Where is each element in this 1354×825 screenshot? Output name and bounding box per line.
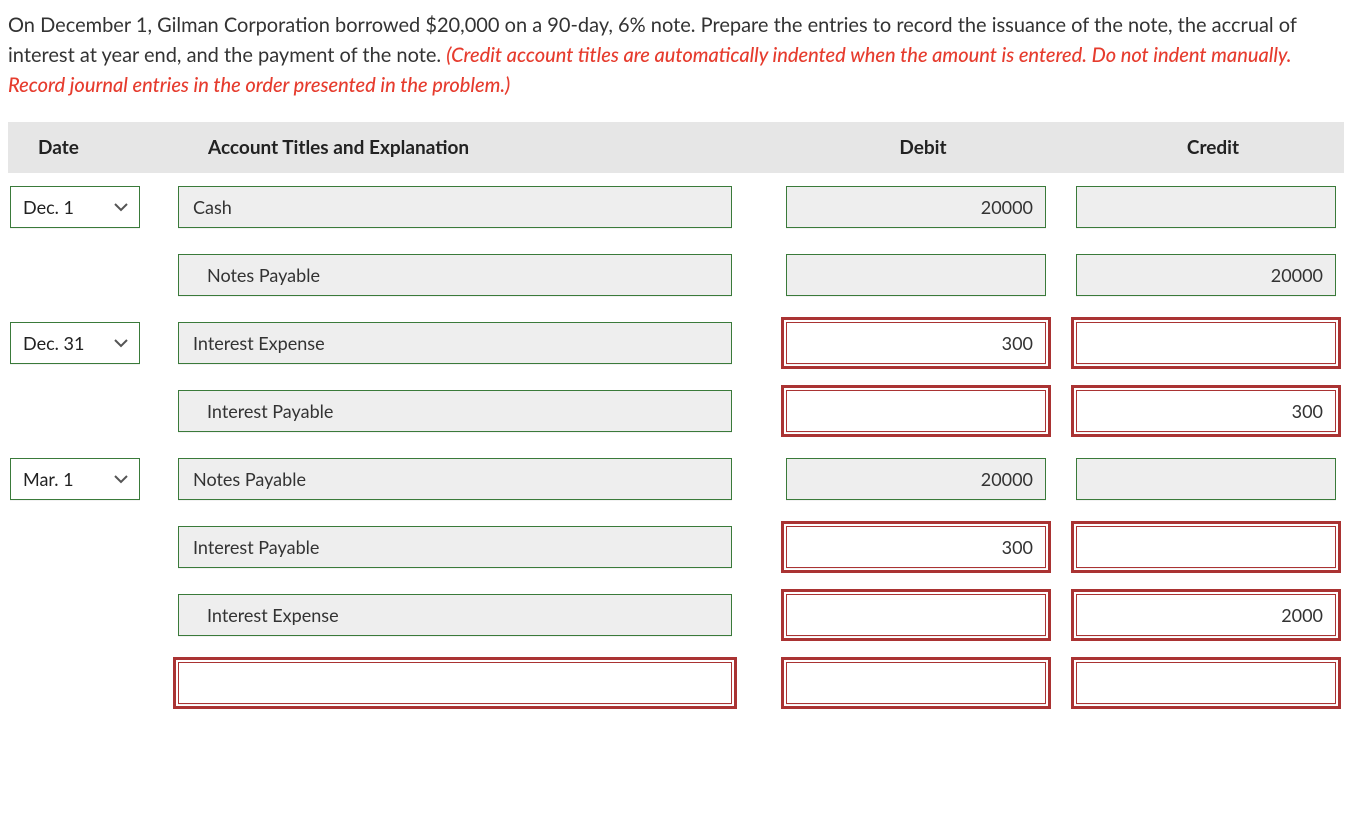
debit-cell xyxy=(778,390,1068,432)
debit-input[interactable] xyxy=(786,594,1046,636)
account-title-input[interactable] xyxy=(178,594,732,636)
debit-cell xyxy=(778,254,1068,296)
table-row: Dec. 1 xyxy=(8,173,1344,241)
debit-cell xyxy=(778,458,1068,500)
table-row: Dec. 31 xyxy=(8,309,1344,377)
credit-input[interactable] xyxy=(1076,594,1336,636)
account-cell xyxy=(178,662,778,704)
date-cell: Dec. 1 xyxy=(8,186,178,228)
credit-input[interactable] xyxy=(1076,322,1336,364)
date-dropdown[interactable]: Mar. 1 xyxy=(10,458,140,500)
table-row xyxy=(8,513,1344,581)
account-cell xyxy=(178,322,778,364)
chevron-down-icon xyxy=(113,199,129,215)
debit-cell xyxy=(778,526,1068,568)
date-cell: Mar. 1 xyxy=(8,458,178,500)
table-header-row: Date Account Titles and Explanation Debi… xyxy=(8,122,1344,173)
credit-input[interactable] xyxy=(1076,458,1336,500)
account-cell xyxy=(178,458,778,500)
account-title-input[interactable] xyxy=(178,390,732,432)
account-cell xyxy=(178,186,778,228)
date-value: Dec. 1 xyxy=(23,196,74,218)
account-title-input[interactable] xyxy=(178,186,732,228)
credit-input[interactable] xyxy=(1076,254,1336,296)
debit-input[interactable] xyxy=(786,390,1046,432)
credit-input[interactable] xyxy=(1076,662,1336,704)
date-dropdown[interactable]: Dec. 1 xyxy=(10,186,140,228)
table-row xyxy=(8,241,1344,309)
credit-input[interactable] xyxy=(1076,526,1336,568)
table-row xyxy=(8,377,1344,445)
chevron-down-icon xyxy=(113,335,129,351)
debit-input[interactable] xyxy=(786,458,1046,500)
account-title-input[interactable] xyxy=(178,526,732,568)
col-header-debit: Debit xyxy=(778,122,1068,173)
credit-input[interactable] xyxy=(1076,390,1336,432)
credit-cell xyxy=(1068,594,1354,636)
date-dropdown[interactable]: Dec. 31 xyxy=(10,322,140,364)
date-cell: Dec. 31 xyxy=(8,322,178,364)
credit-cell xyxy=(1068,390,1354,432)
credit-cell xyxy=(1068,254,1354,296)
question-text: On December 1, Gilman Corporation borrow… xyxy=(8,10,1344,100)
credit-cell xyxy=(1068,662,1354,704)
account-title-input[interactable] xyxy=(178,322,732,364)
debit-cell xyxy=(778,662,1068,704)
account-title-input[interactable] xyxy=(178,458,732,500)
debit-cell xyxy=(778,186,1068,228)
debit-input[interactable] xyxy=(786,526,1046,568)
col-header-account: Account Titles and Explanation xyxy=(178,122,778,173)
debit-cell xyxy=(778,594,1068,636)
debit-input[interactable] xyxy=(786,186,1046,228)
debit-input[interactable] xyxy=(786,322,1046,364)
debit-input[interactable] xyxy=(786,662,1046,704)
table-row: Mar. 1 xyxy=(8,445,1344,513)
credit-cell xyxy=(1068,322,1354,364)
col-header-date: Date xyxy=(8,122,178,173)
journal-entry-table: Date Account Titles and Explanation Debi… xyxy=(8,122,1344,717)
date-value: Dec. 31 xyxy=(23,332,84,354)
account-cell xyxy=(178,254,778,296)
account-cell xyxy=(178,526,778,568)
table-row xyxy=(8,649,1344,717)
debit-cell xyxy=(778,322,1068,364)
credit-cell xyxy=(1068,526,1354,568)
account-cell xyxy=(178,390,778,432)
chevron-down-icon xyxy=(113,471,129,487)
col-header-credit: Credit xyxy=(1068,122,1354,173)
credit-cell xyxy=(1068,186,1354,228)
account-title-input[interactable] xyxy=(178,254,732,296)
credit-cell xyxy=(1068,458,1354,500)
table-row xyxy=(8,581,1344,649)
credit-input[interactable] xyxy=(1076,186,1336,228)
account-title-input[interactable] xyxy=(178,662,732,704)
debit-input[interactable] xyxy=(786,254,1046,296)
account-cell xyxy=(178,594,778,636)
date-value: Mar. 1 xyxy=(23,468,74,490)
